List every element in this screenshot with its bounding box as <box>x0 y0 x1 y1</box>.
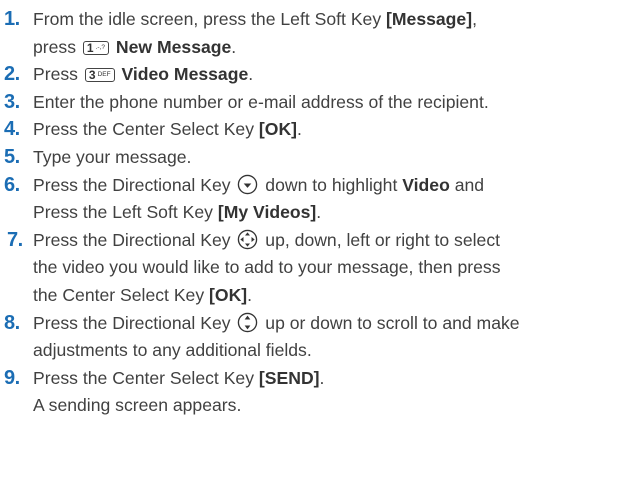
step-text: adjustments to any additional fields. <box>33 340 312 361</box>
step-text: . <box>297 119 302 140</box>
step-7: 7. Press the Directional Key up, down, l… <box>4 227 629 310</box>
step-text: , <box>472 9 477 29</box>
nav-down-icon <box>238 174 258 194</box>
step-4: 4. Press the Center Select Key [OK]. <box>4 116 629 144</box>
step-text: Press <box>33 64 83 85</box>
step-text: Press the Left Soft Key <box>33 202 218 223</box>
keypad-3-icon: 3 DEF <box>84 68 115 83</box>
nav-4way-icon <box>238 229 258 249</box>
step-text: up, down, left or right to select <box>260 229 501 250</box>
step-text: Press the Center Select Key <box>33 367 259 388</box>
step-text: From the idle screen, press the Left Sof… <box>33 9 387 29</box>
step-text: . <box>247 284 253 305</box>
keypad-1-icon: 1 .-,? <box>82 40 110 55</box>
step-line: Press the Left Soft Key [My Videos]. <box>33 199 629 227</box>
step-text: . <box>319 367 325 388</box>
step-9: 9. Press the Center Select Key [SEND]. A… <box>4 365 629 420</box>
step-text: the Center Select Key <box>33 284 210 305</box>
step-line: adjustments to any additional fields. <box>33 337 629 365</box>
step-number: 1. <box>4 8 20 30</box>
key-symbols: .-,? <box>95 43 106 51</box>
key-label: [OK] <box>209 284 248 305</box>
step-text: . <box>231 36 237 57</box>
step-text: Press the Center Select Key <box>33 119 259 140</box>
step-text: press <box>33 36 81 57</box>
step-number: 4. <box>4 118 20 141</box>
step-8: 8. Press the Directional Key up or down … <box>4 310 629 365</box>
step-number: 5. <box>4 145 20 168</box>
key-label: [My Videos] <box>217 202 317 223</box>
step-line: Type your message. <box>33 144 629 172</box>
key-label: [Message] <box>386 9 473 29</box>
step-line: the video you would like to add to your … <box>33 254 629 282</box>
step-text: Press the Directional Key <box>33 174 236 195</box>
step-line: From the idle screen, press the Left Sof… <box>33 6 629 34</box>
step-text: the video you would like to add to your … <box>33 257 501 278</box>
step-line: Press the Directional Key down to highli… <box>33 172 629 200</box>
step-text: . <box>316 202 322 223</box>
step-text: Press the Directional Key <box>33 312 236 333</box>
key-number: 3 <box>88 68 96 83</box>
step-text: up or down to scroll to and make <box>260 312 520 333</box>
step-text: down to highlight <box>260 174 403 195</box>
menu-label: New Message <box>115 36 232 57</box>
step-line: A sending screen appears. <box>33 392 629 420</box>
step-text: . <box>248 64 254 85</box>
step-3: 3. Enter the phone number or e-mail addr… <box>4 89 629 117</box>
step-line: press 1 .-,? New Message. <box>33 34 629 62</box>
instruction-steps: 1. From the idle screen, press the Left … <box>4 6 629 420</box>
step-number: 7. <box>7 228 23 251</box>
step-line: Press the Center Select Key [OK]. <box>33 116 629 144</box>
step-text: and <box>449 174 485 195</box>
step-number: 6. <box>4 173 20 196</box>
step-5: 5. Type your message. <box>4 144 629 172</box>
key-label: [SEND] <box>258 367 320 388</box>
step-line: the Center Select Key [OK]. <box>33 282 629 310</box>
step-number: 8. <box>4 311 20 334</box>
key-label: [OK] <box>258 119 298 140</box>
key-symbols: DEF <box>97 71 111 79</box>
step-line: Press 3 DEF Video Message. <box>33 61 629 89</box>
step-number: 2. <box>4 63 20 86</box>
step-1: 1. From the idle screen, press the Left … <box>4 6 629 61</box>
step-text: A sending screen appears. <box>33 395 242 416</box>
step-line: Press the Directional Key up, down, left… <box>33 227 629 255</box>
menu-label: Video Message <box>121 64 249 85</box>
nav-updown-icon <box>238 312 258 332</box>
step-6: 6. Press the Directional Key down to hig… <box>4 172 629 227</box>
key-number: 1 <box>86 40 94 55</box>
step-line: Press the Directional Key up or down to … <box>33 310 629 338</box>
step-line: Enter the phone number or e-mail address… <box>33 89 629 117</box>
menu-label: Video <box>402 174 450 195</box>
step-2: 2. Press 3 DEF Video Message. <box>4 61 629 89</box>
step-text: Type your message. <box>33 146 192 167</box>
step-number: 3. <box>4 90 20 113</box>
step-text: Press the Directional Key <box>33 229 236 250</box>
step-text: Enter the phone number or e-mail address… <box>33 91 489 112</box>
step-line: Press the Center Select Key [SEND]. <box>33 365 629 393</box>
step-number: 9. <box>4 366 20 389</box>
